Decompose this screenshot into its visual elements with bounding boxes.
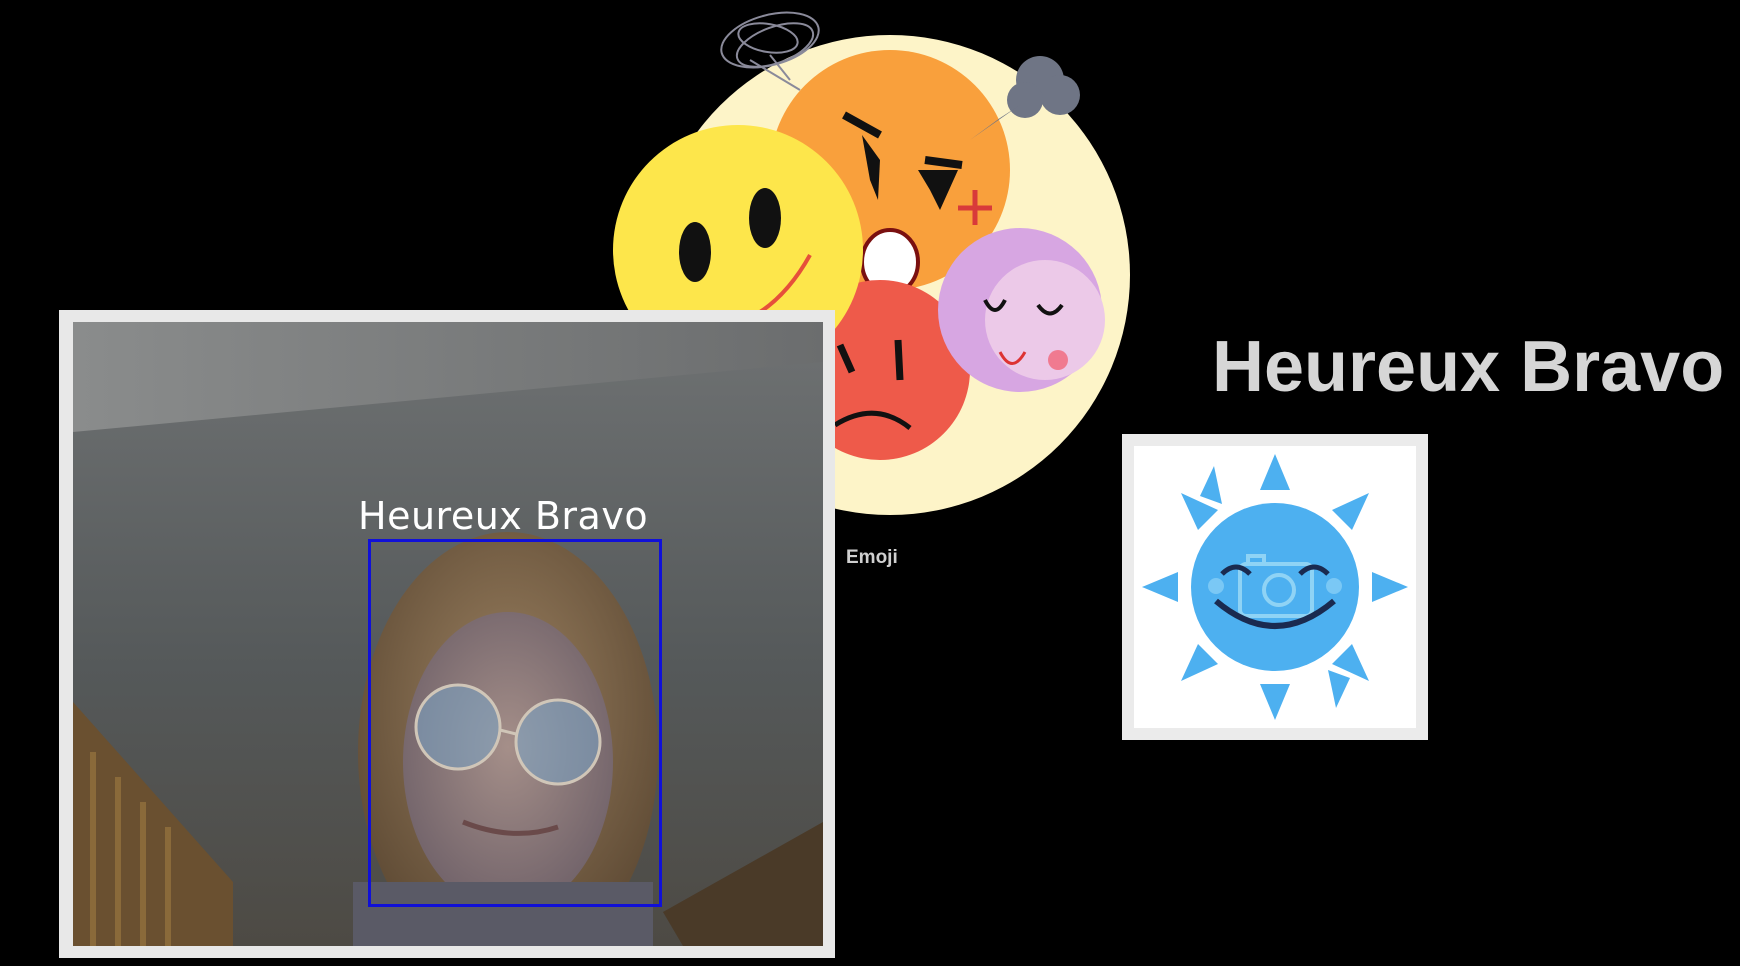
emoji-result-panel <box>1134 446 1416 728</box>
happy-sun-camera-icon <box>1142 454 1408 720</box>
webcam-frame: Heureux Bravo <box>59 310 835 958</box>
app-stage: Emoji Heureux Bravo Heureux Bravo <box>0 0 1740 966</box>
emoji-result-card <box>1122 434 1428 740</box>
webcam-feed: Heureux Bravo <box>73 322 823 946</box>
emoji-caption: Emoji <box>846 547 898 568</box>
face-bounding-box <box>368 539 662 907</box>
prediction-title: Heureux Bravo <box>1212 327 1725 407</box>
face-detection-label: Heureux Bravo <box>358 494 649 538</box>
